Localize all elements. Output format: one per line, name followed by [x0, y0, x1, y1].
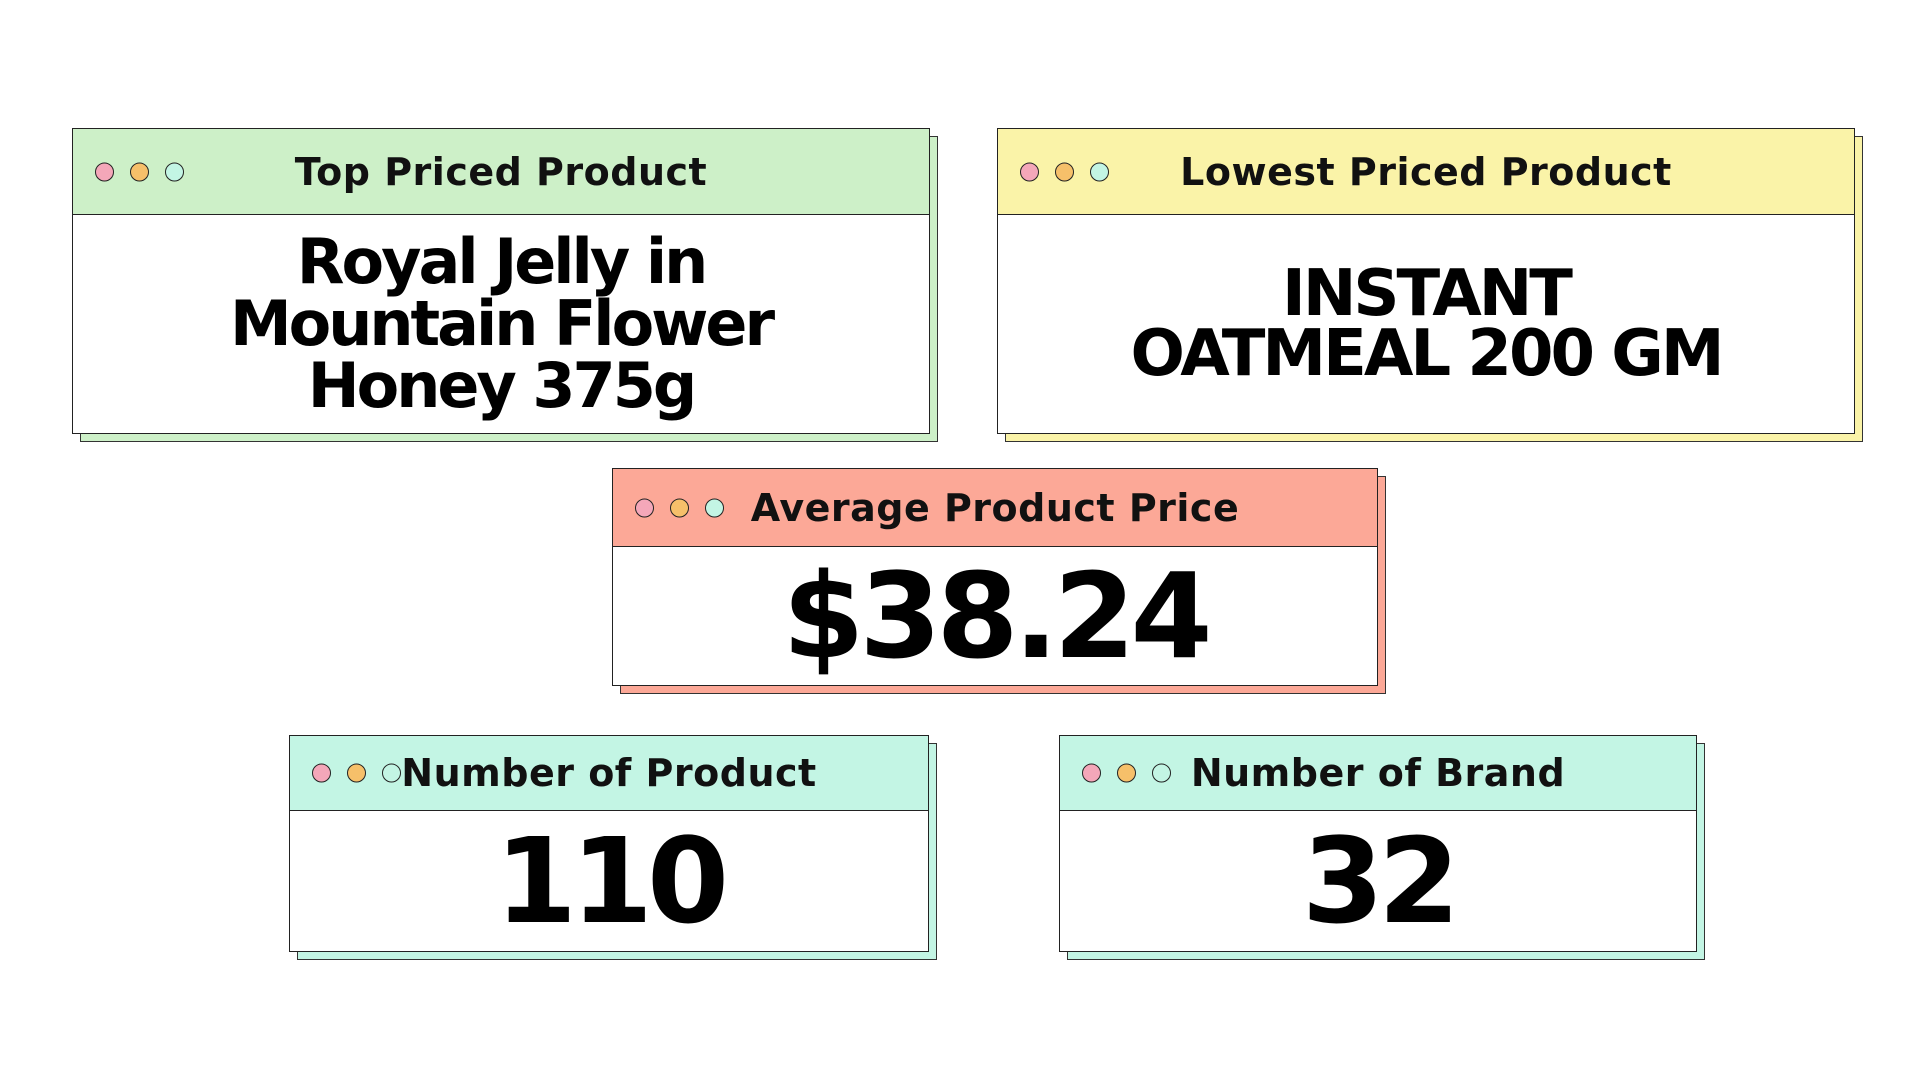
number-of-brand-card: Number of Brand 32	[1059, 735, 1705, 960]
window-dots	[1082, 763, 1171, 783]
dot-mint-icon	[165, 162, 184, 181]
dot-mint-icon	[1152, 763, 1171, 783]
card-frame: Top Priced Product Royal Jelly in Mounta…	[72, 128, 930, 434]
card-value: 32	[1301, 812, 1460, 950]
card-body: Royal Jelly in Mountain Flower Honey 375…	[73, 215, 929, 433]
card-header: Average Product Price	[613, 469, 1377, 547]
window-dots	[95, 162, 184, 181]
card-title: Average Product Price	[750, 485, 1240, 530]
card-body: $38.24	[613, 547, 1377, 685]
card-header: Top Priced Product	[73, 129, 929, 215]
window-dots	[312, 763, 401, 783]
dot-mint-icon	[1090, 162, 1109, 181]
dot-orange-icon	[130, 162, 149, 181]
card-title: Top Priced Product	[294, 149, 708, 194]
dot-orange-icon	[347, 763, 366, 783]
dot-pink-icon	[1082, 763, 1101, 783]
card-body: INSTANT OATMEAL 200 GM	[998, 215, 1854, 433]
dot-orange-icon	[670, 498, 689, 517]
lowest-priced-product-card: Lowest Priced Product INSTANT OATMEAL 20…	[997, 128, 1863, 442]
dot-pink-icon	[1020, 162, 1039, 181]
card-value: INSTANT OATMEAL 200 GM	[1130, 257, 1725, 391]
card-header: Number of Product	[290, 736, 928, 811]
card-title: Lowest Priced Product	[1180, 149, 1672, 194]
card-body: 110	[290, 811, 928, 951]
card-value: 110	[494, 812, 729, 950]
card-frame: Average Product Price $38.24	[612, 468, 1378, 686]
window-dots	[635, 498, 724, 517]
card-value: $38.24	[782, 547, 1212, 685]
card-title: Number of Product	[401, 751, 817, 795]
card-value: Royal Jelly in Mountain Flower Honey 375…	[229, 225, 775, 422]
average-product-price-card: Average Product Price $38.24	[612, 468, 1386, 694]
dot-mint-icon	[705, 498, 724, 517]
card-frame: Lowest Priced Product INSTANT OATMEAL 20…	[997, 128, 1855, 434]
dot-pink-icon	[635, 498, 654, 517]
top-priced-product-card: Top Priced Product Royal Jelly in Mounta…	[72, 128, 938, 442]
dot-orange-icon	[1117, 763, 1136, 783]
card-title: Number of Brand	[1190, 751, 1566, 795]
dot-orange-icon	[1055, 162, 1074, 181]
window-dots	[1020, 162, 1109, 181]
card-header: Number of Brand	[1060, 736, 1696, 811]
dot-pink-icon	[95, 162, 114, 181]
card-frame: Number of Brand 32	[1059, 735, 1697, 952]
card-frame: Number of Product 110	[289, 735, 929, 952]
dot-pink-icon	[312, 763, 331, 783]
dot-mint-icon	[382, 763, 401, 783]
card-body: 32	[1060, 811, 1696, 951]
card-header: Lowest Priced Product	[998, 129, 1854, 215]
number-of-product-card: Number of Product 110	[289, 735, 937, 960]
